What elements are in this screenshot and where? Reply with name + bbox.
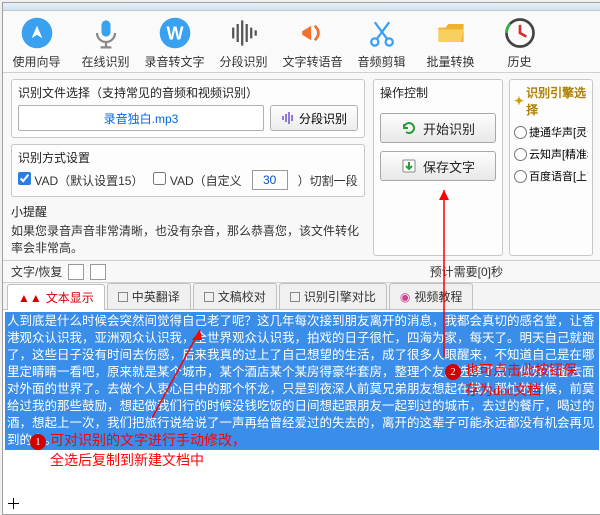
- tab-video-tutorial[interactable]: ◉视频教程: [389, 283, 474, 309]
- undo-button[interactable]: [68, 264, 84, 280]
- toolbar-rec2text[interactable]: W 录音转文字: [147, 15, 202, 70]
- scissors-icon: [364, 15, 400, 51]
- control-panel-title: 操作控制: [380, 84, 496, 101]
- vad-custom-checkbox[interactable]: VAD（自定义: [153, 172, 241, 189]
- tip-body: 如果您录音声音非常清晰，也没有杂音，那么恭喜您，该文件转化率会非常高。: [11, 222, 365, 256]
- toolbar-online[interactable]: 在线识别: [78, 15, 133, 70]
- waveform-small-icon: [281, 111, 295, 125]
- segment-button[interactable]: 分段识别: [270, 105, 358, 131]
- waveform-icon: [226, 15, 262, 51]
- tab-text-display[interactable]: ▲▲文本显示: [7, 284, 105, 310]
- save-icon: [401, 158, 417, 174]
- toolbar-label: 历史: [507, 53, 531, 70]
- word-icon: W: [157, 15, 193, 51]
- toolbar-nav[interactable]: 使用向导: [9, 15, 64, 70]
- toolbar-segment[interactable]: 分段识别: [216, 15, 271, 70]
- toolbar-label: 文字转语音: [283, 53, 343, 70]
- engine-opt-0[interactable]: 捷通华声[灵云识: [514, 124, 588, 140]
- start-label: 开始识别: [423, 119, 475, 138]
- mic-icon: [88, 15, 124, 51]
- status-right: 预计需要[0]秒: [430, 263, 503, 280]
- toolbar-label: 在线识别: [81, 53, 129, 70]
- toolbar-label: 使用向导: [12, 53, 60, 70]
- tip-panel: 小提醒 如果您录音声音非常清晰，也没有杂音，那么恭喜您，该文件转化率会非常高。: [11, 203, 365, 256]
- text-content-area[interactable]: 人到底是什么时候会突然间觉得自己老了呢？这几年每次接到朋友离开的消息，我都会真切…: [3, 310, 600, 514]
- window-titlebar: [3, 3, 600, 11]
- toolbar-text2voice[interactable]: 文字转语音: [285, 15, 340, 70]
- toolbar-batch[interactable]: 批量转换: [423, 15, 478, 70]
- tip-title: 小提醒: [11, 203, 365, 220]
- engine-panel: ✦识别引擎选择 捷通华声[灵云识 云知声[精准稳定 百度语音[上市集: [509, 79, 593, 256]
- save-text-button[interactable]: 保存文字: [380, 151, 496, 181]
- folder-icon: [433, 15, 469, 51]
- tab-proofread[interactable]: 文稿校对: [193, 283, 277, 309]
- status-left-label: 文字/恢复: [11, 263, 62, 280]
- nav-icon: [19, 15, 55, 51]
- main-toolbar: 使用向导 在线识别 W 录音转文字 分段识别 文字转语音 音频剪辑 批量转换 历: [3, 11, 600, 73]
- tab-engine-compare[interactable]: 识别引擎对比: [279, 283, 387, 309]
- recognized-text[interactable]: 人到底是什么时候会突然间觉得自己老了呢？这几年每次接到朋友离开的消息，我都会真切…: [5, 312, 599, 450]
- engine-opt-2[interactable]: 百度语音[上市集: [514, 168, 588, 184]
- mode-panel-title: 识别方式设置: [18, 149, 358, 166]
- toolbar-label: 分段识别: [219, 53, 267, 70]
- toolbar-history[interactable]: 历史: [492, 15, 547, 70]
- segment-button-label: 分段识别: [299, 110, 347, 127]
- control-panel: 操作控制 开始识别 保存文字: [373, 79, 503, 256]
- vad-default-checkbox[interactable]: VAD（默认设置15）: [18, 172, 143, 189]
- tab-translate[interactable]: 中英翻译: [107, 283, 191, 309]
- toolbar-label: 批量转换: [426, 53, 474, 70]
- redo-button[interactable]: [90, 264, 106, 280]
- start-recognize-button[interactable]: 开始识别: [380, 113, 496, 143]
- selected-file[interactable]: 录音独白.mp3: [18, 105, 264, 131]
- toolbar-label: 音频剪辑: [357, 53, 405, 70]
- vad-custom-value[interactable]: [252, 170, 288, 190]
- save-label: 保存文字: [423, 157, 475, 176]
- cursor-crosshair: [8, 498, 19, 509]
- file-select-panel: 识别文件选择（支持常见的音频和视频识别） 录音独白.mp3 分段识别: [11, 79, 365, 138]
- svg-text:W: W: [166, 23, 183, 43]
- status-row: 文字/恢复 预计需要[0]秒: [3, 261, 600, 283]
- vad-custom-suffix: ）切割一段: [298, 172, 358, 189]
- toolbar-label: 录音转文字: [145, 53, 205, 70]
- clock-icon: [502, 15, 538, 51]
- megaphone-icon: [295, 15, 331, 51]
- engine-title: ✦识别引擎选择: [514, 84, 588, 118]
- toolbar-audioedit[interactable]: 音频剪辑: [354, 15, 409, 70]
- tab-strip: ▲▲文本显示 中英翻译 文稿校对 识别引擎对比 ◉视频教程: [3, 283, 600, 310]
- mode-panel: 识别方式设置 VAD（默认设置15） VAD（自定义 ）切割一段: [11, 144, 365, 197]
- engine-opt-1[interactable]: 云知声[精准稳定: [514, 146, 588, 162]
- refresh-icon: [401, 120, 417, 136]
- file-panel-title: 识别文件选择（支持常见的音频和视频识别）: [18, 84, 358, 101]
